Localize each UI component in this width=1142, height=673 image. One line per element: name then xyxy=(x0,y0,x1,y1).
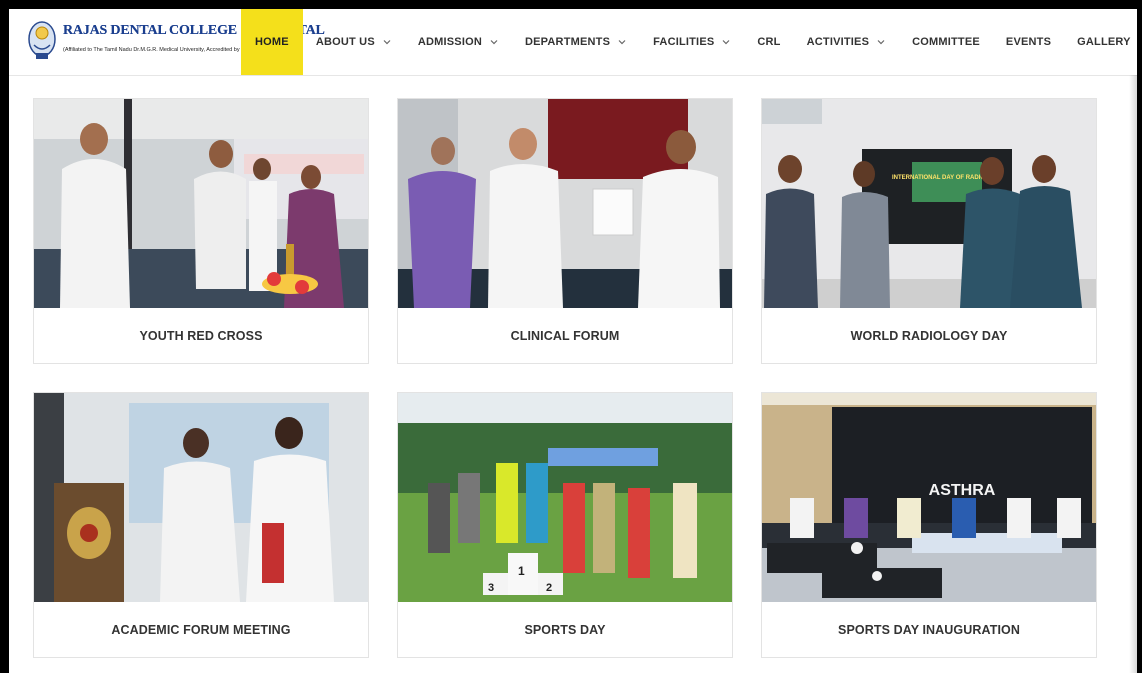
nav-activities-label: ACTIVITIES xyxy=(806,36,870,48)
chevron-down-icon xyxy=(722,40,730,45)
nav-about-us-label: ABOUT US xyxy=(315,36,375,48)
chevron-down-icon xyxy=(383,40,391,45)
nav-facilities-label: FACILITIES xyxy=(653,36,715,48)
nav-crl-label: CRL xyxy=(757,36,781,48)
card-caption[interactable]: SPORTS DAY INAUGURATION xyxy=(762,602,1096,658)
nav-admission[interactable]: ADMISSION xyxy=(405,9,512,75)
gallery-card[interactable]: ACADEMIC FORUM MEETING xyxy=(33,392,369,658)
gallery-card[interactable]: ASTHRA SPORTS DAY INAUGURATION xyxy=(761,392,1097,658)
chevron-down-icon xyxy=(877,40,885,45)
podium-number: 3 xyxy=(488,582,494,594)
nav-committee-label: COMMITTEE xyxy=(912,36,980,48)
nav-crl[interactable]: CRL xyxy=(744,9,793,75)
page-frame: RAJAS DENTAL COLLEGE & HOSPITAL (Affilia… xyxy=(9,9,1137,673)
event-photo[interactable]: ASTHRA xyxy=(762,393,1096,602)
gallery-card[interactable]: CLINICAL FORUM xyxy=(397,98,733,364)
card-caption[interactable]: SPORTS DAY xyxy=(398,602,732,658)
nav-events[interactable]: EVENTS xyxy=(993,9,1064,75)
logo-subtitle: (Affiliated to The Tamil Nadu Dr.M.G.R. … xyxy=(63,47,259,53)
gallery-card[interactable]: YOUTH RED CROSS xyxy=(33,98,369,364)
podium-number: 1 xyxy=(518,564,525,578)
event-photo[interactable] xyxy=(34,99,368,308)
event-photo[interactable]: 3 1 2 xyxy=(398,393,732,602)
card-caption[interactable]: ACADEMIC FORUM MEETING xyxy=(34,602,368,658)
card-caption[interactable]: CLINICAL FORUM xyxy=(398,308,732,364)
page-edge-shadow xyxy=(1129,75,1137,673)
nav-activities[interactable]: ACTIVITIES xyxy=(794,9,900,75)
nav-committee[interactable]: COMMITTEE xyxy=(899,9,993,75)
site-logo[interactable]: RAJAS DENTAL COLLEGE & HOSPITAL (Affilia… xyxy=(27,17,325,67)
nav-gallery[interactable]: GALLERY xyxy=(1064,9,1137,75)
gallery-card[interactable]: INTERNATIONAL DAY OF RADIOLOGY WORLD RAD… xyxy=(761,98,1097,364)
nav-events-label: EVENTS xyxy=(1005,36,1052,48)
event-photo[interactable] xyxy=(34,393,368,602)
nav-home-label: HOME xyxy=(255,36,289,48)
card-caption[interactable]: YOUTH RED CROSS xyxy=(34,308,368,364)
card-caption[interactable]: WORLD RADIOLOGY DAY xyxy=(762,308,1096,364)
nav-about-us[interactable]: ABOUT US xyxy=(303,9,405,75)
site-header: RAJAS DENTAL COLLEGE & HOSPITAL (Affilia… xyxy=(9,9,1137,76)
nav-gallery-label: GALLERY xyxy=(1077,36,1131,48)
main-nav: HOME ABOUT US ADMISSION DEPARTMENTS FACI… xyxy=(241,9,1137,75)
chevron-down-icon xyxy=(618,40,626,45)
event-photo[interactable]: INTERNATIONAL DAY OF RADIOLOGY xyxy=(762,99,1096,308)
event-photo[interactable] xyxy=(398,99,732,308)
nav-departments[interactable]: DEPARTMENTS xyxy=(512,9,640,75)
screen-text: ASTHRA xyxy=(929,482,996,499)
gallery-card[interactable]: 3 1 2 SPORTS DAY xyxy=(397,392,733,658)
nav-home[interactable]: HOME xyxy=(241,9,303,75)
college-emblem-icon xyxy=(28,21,56,59)
nav-admission-label: ADMISSION xyxy=(417,36,482,48)
nav-departments-label: DEPARTMENTS xyxy=(525,36,611,48)
podium-number: 2 xyxy=(546,582,552,594)
chevron-down-icon xyxy=(490,40,498,45)
nav-facilities[interactable]: FACILITIES xyxy=(640,9,744,75)
